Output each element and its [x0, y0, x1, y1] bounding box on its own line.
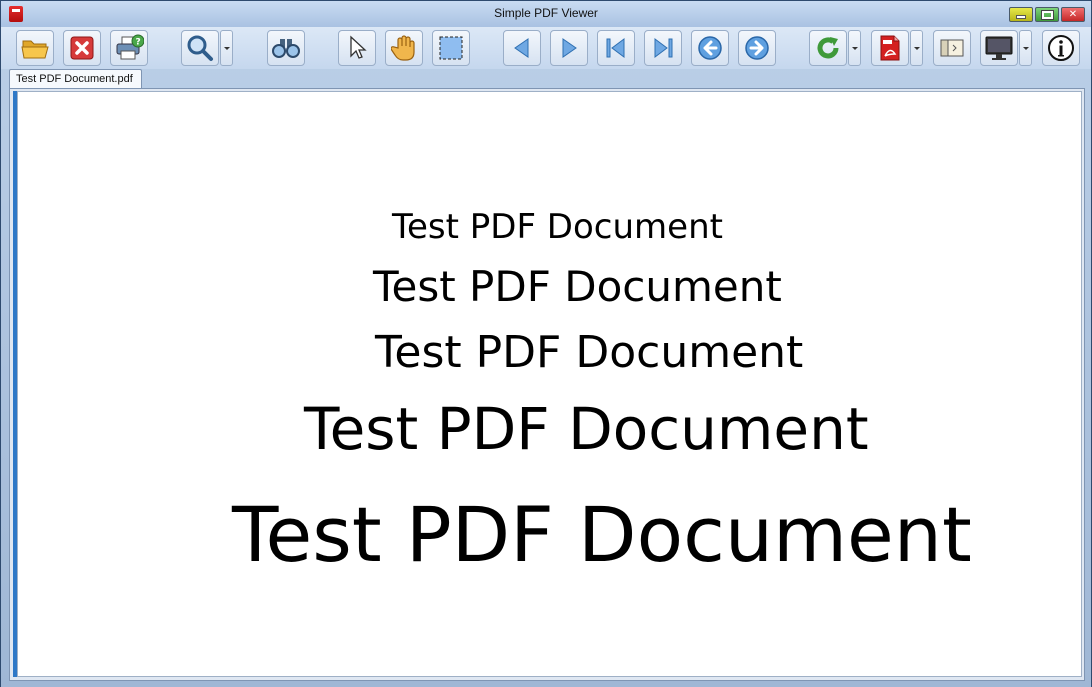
minimize-button[interactable]	[1009, 7, 1033, 22]
zoom-button[interactable]	[181, 30, 219, 66]
toolbar: ?	[1, 27, 1091, 69]
first-page-icon	[606, 38, 625, 58]
zoom-dropdown[interactable]	[220, 30, 233, 66]
svg-text:?: ?	[136, 38, 141, 48]
about-button[interactable]	[1042, 30, 1080, 66]
close-document-button[interactable]	[63, 30, 101, 66]
display-mode-dropdown[interactable]	[1019, 30, 1032, 66]
maximize-button[interactable]	[1035, 7, 1059, 22]
next-page-button[interactable]	[550, 30, 588, 66]
last-page-icon	[654, 38, 673, 58]
open-button[interactable]	[16, 30, 54, 66]
back-button[interactable]	[691, 30, 729, 66]
window-close-button[interactable]: ✕	[1061, 7, 1085, 22]
document-text-line: Test PDF Document	[373, 262, 782, 311]
circle-arrow-right-icon	[745, 36, 769, 60]
rotate-refresh-icon	[817, 37, 839, 59]
hand-pan-icon	[391, 35, 415, 61]
sidebar-panel-icon	[940, 39, 964, 57]
pdf-file-icon	[880, 35, 900, 61]
binoculars-icon	[272, 39, 300, 58]
sidebar-toggle-button[interactable]	[933, 30, 971, 66]
window-controls: ✕	[1009, 7, 1085, 22]
rotate-dropdown[interactable]	[848, 30, 861, 66]
chevron-down-icon	[223, 46, 230, 50]
printer-icon: ?	[116, 34, 144, 60]
close-x-icon	[70, 36, 94, 60]
forward-button[interactable]	[738, 30, 776, 66]
rotate-button[interactable]	[809, 30, 847, 66]
close-icon: ✕	[1068, 9, 1078, 20]
triangle-right-icon	[562, 38, 577, 58]
magnifier-icon	[187, 35, 213, 61]
marquee-select-icon	[439, 36, 463, 60]
last-page-button[interactable]	[644, 30, 682, 66]
circle-arrow-left-icon	[698, 36, 722, 60]
select-tool-button[interactable]	[338, 30, 376, 66]
display-mode-button[interactable]	[980, 30, 1018, 66]
chevron-down-icon	[1022, 46, 1029, 50]
pdf-options-dropdown[interactable]	[910, 30, 923, 66]
document-text-line: Test PDF Document	[375, 327, 804, 378]
document-text-line: Test PDF Document	[304, 395, 869, 463]
monitor-icon	[985, 36, 1013, 60]
document-tabs: Test PDF Document.pdf	[1, 69, 1091, 89]
minimize-icon	[1016, 14, 1026, 19]
previous-page-button[interactable]	[503, 30, 541, 66]
title-bar[interactable]: Simple PDF Viewer ✕	[1, 1, 1091, 27]
triangle-left-icon	[514, 38, 529, 58]
tab-test-pdf-document[interactable]: Test PDF Document.pdf	[9, 69, 142, 89]
window-bottom-border	[1, 681, 1091, 687]
pdf-page[interactable]: Test PDF Document Test PDF Document Test…	[17, 91, 1082, 677]
app-window: Simple PDF Viewer ✕ ? Test PDF Document.…	[0, 0, 1092, 687]
find-button[interactable]	[267, 30, 305, 66]
pdf-options-button[interactable]	[871, 30, 909, 66]
print-button[interactable]: ?	[110, 30, 148, 66]
document-text-line: Test PDF Document	[232, 490, 972, 579]
chevron-down-icon	[913, 46, 920, 50]
maximize-icon	[1040, 9, 1054, 20]
info-icon	[1048, 35, 1074, 61]
marquee-tool-button[interactable]	[432, 30, 470, 66]
hand-tool-button[interactable]	[385, 30, 423, 66]
open-folder-icon	[21, 40, 49, 59]
document-text-line: Test PDF Document	[392, 207, 723, 247]
cursor-arrow-icon	[350, 35, 367, 59]
first-page-button[interactable]	[597, 30, 635, 66]
chevron-down-icon	[851, 46, 858, 50]
window-title: Simple PDF Viewer	[494, 6, 598, 20]
